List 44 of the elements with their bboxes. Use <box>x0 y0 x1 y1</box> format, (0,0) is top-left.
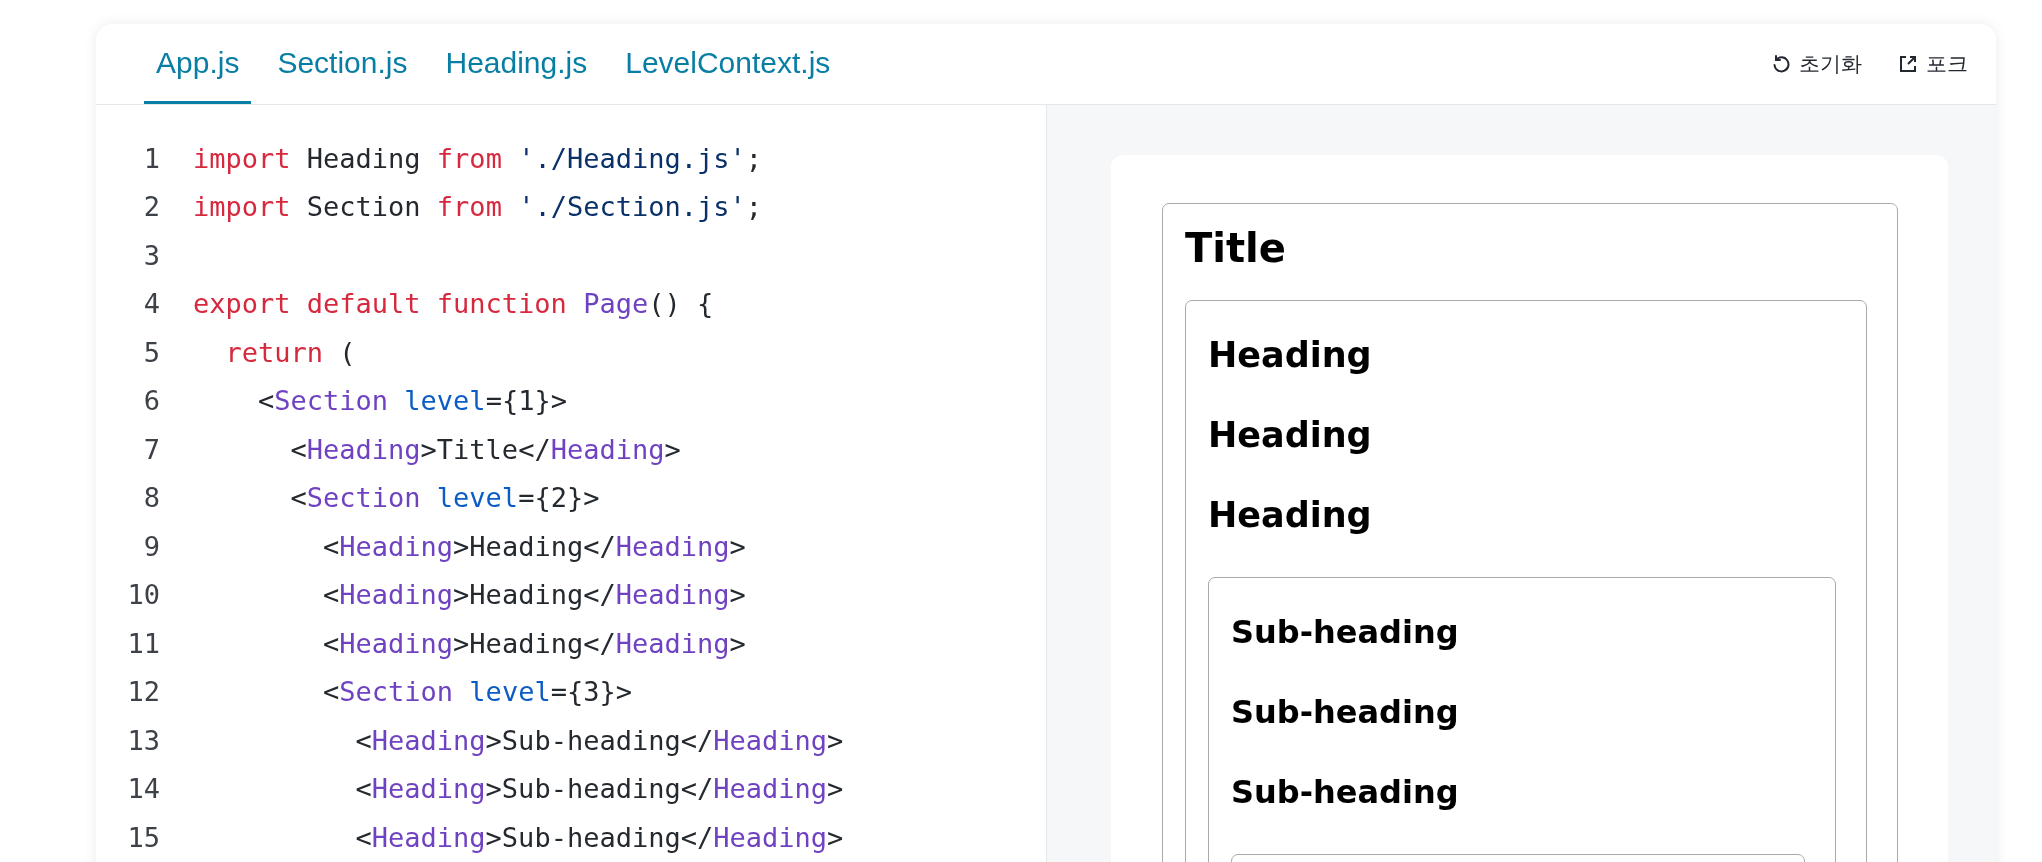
line-number: 14 <box>126 773 161 805</box>
file-tab[interactable]: Heading.js <box>433 24 600 104</box>
line-number: 11 <box>126 627 161 659</box>
code-line: <Section level={2}> <box>289 482 600 514</box>
heading-text: Sub-heading <box>1231 772 1460 813</box>
line-number: 1 <box>142 142 161 174</box>
code-line: export default function Page() { <box>193 288 714 320</box>
heading-text: Heading <box>1208 414 1373 457</box>
heading-text: Sub-heading <box>1231 612 1460 653</box>
code-line: <Heading>Sub-heading</Heading> <box>354 724 844 756</box>
line-number: 10 <box>126 579 161 611</box>
external-link-icon <box>1898 54 1918 74</box>
line-number: 7 <box>142 433 161 465</box>
code-line: <Heading>Title</Heading> <box>289 433 681 465</box>
code-line: <Heading>Sub-heading</Heading> <box>354 773 844 805</box>
line-number: 2 <box>142 191 161 223</box>
line-number: 9 <box>142 530 161 562</box>
code-line: <Heading>Sub-heading</Heading> <box>354 821 844 853</box>
line-number: 3 <box>142 239 161 271</box>
code-line: <Section level={1}> <box>257 385 567 417</box>
file-tab[interactable]: Section.js <box>265 24 420 104</box>
fork-button[interactable]: 포크 <box>1894 46 1972 82</box>
code-line: <Heading>Heading</Heading> <box>322 627 746 659</box>
heading-text: Heading <box>1208 494 1373 537</box>
code-line: return ( <box>224 336 356 368</box>
line-number: 5 <box>142 336 161 368</box>
line-number: 8 <box>142 482 161 514</box>
code-line: <Heading>Heading</Heading> <box>322 530 746 562</box>
code-line: import Section from './Section.js'; <box>193 191 762 223</box>
code-line: <Section level={3}> <box>322 676 632 708</box>
code-line: <Heading>Heading</Heading> <box>322 579 746 611</box>
code-line: import Heading from './Heading.js'; <box>193 142 762 174</box>
heading-text: Title <box>1185 224 1287 273</box>
file-tab[interactable]: LevelContext.js <box>613 24 843 104</box>
line-number: 6 <box>142 385 161 417</box>
heading-text: Heading <box>1208 334 1373 377</box>
file-tab[interactable]: App.js <box>144 24 252 104</box>
heading-text: Sub-heading <box>1231 692 1460 733</box>
line-number: 4 <box>142 288 161 320</box>
line-number: 12 <box>126 676 161 708</box>
line-number: 15 <box>126 821 161 853</box>
reset-icon <box>1771 54 1791 74</box>
line-number: 13 <box>126 724 161 756</box>
reset-button[interactable]: 초기화 <box>1767 46 1866 82</box>
